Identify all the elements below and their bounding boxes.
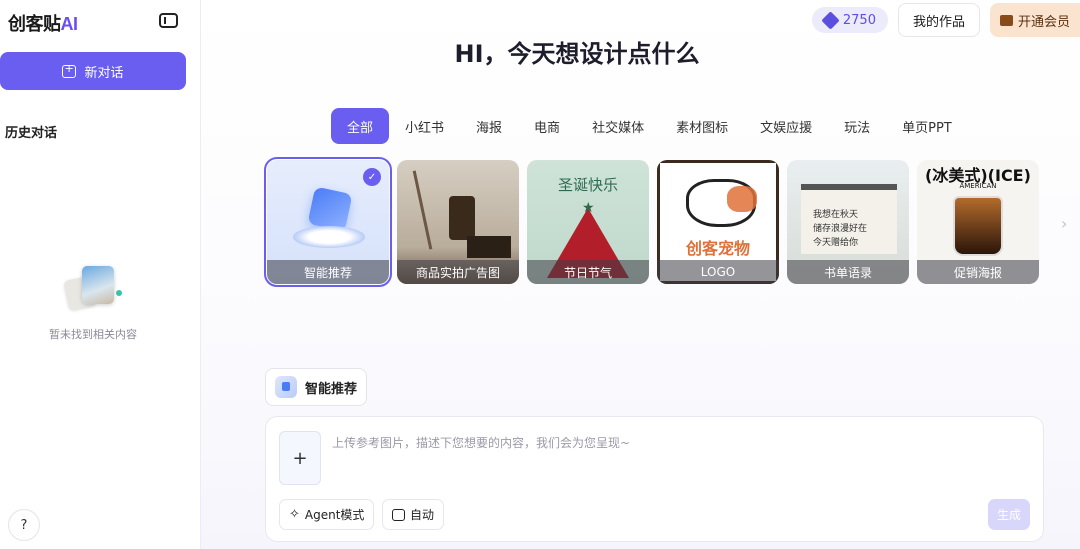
tab-single-ppt[interactable]: 单页PPT [886,108,968,144]
tab-ecommerce[interactable]: 电商 [518,108,576,144]
brand-logo[interactable]: 创客贴AI [8,10,78,36]
aspect-ratio-icon [392,508,405,521]
new-chat-icon [62,62,77,78]
card-art-sub: AMERICAN [959,182,997,190]
card-art-text: 圣诞快乐 [557,176,618,194]
mode-chip-label: 智能推荐 [305,381,358,397]
tab-all[interactable]: 全部 [331,108,390,144]
check-icon: ✓ [363,168,381,186]
card-label: LOGO [657,260,779,284]
tab-social-media[interactable]: 社交媒体 [576,108,660,144]
card-booklist[interactable]: 我想在秋天 储存浪漫好在 今天赠给你 书单语录 [787,160,909,284]
prompt-input[interactable] [332,431,1022,455]
card-art-line: 我想在秋天 [813,210,859,220]
mode-chip[interactable]: 智能推荐 [265,368,368,406]
tab-entertainment[interactable]: 文娱应援 [744,108,828,144]
agent-mode-label: Agent模式 [304,508,365,522]
top-actions: 2750 我的作品 开通会员 [811,3,1080,37]
category-tabs: 全部 小红书 海报 电商 社交媒体 素材图标 文娱应援 玩法 单页PPT [331,108,968,144]
card-art-line: 今天赠给你 [813,238,859,248]
brand-text: 创客贴 [8,14,61,35]
empty-state-text: 暂未找到相关内容 [49,328,137,341]
card-label: 智能推荐 [267,260,389,284]
sidebar: 创客贴AI 新对话 历史对话 暂未找到相关内容 ? [0,0,201,549]
my-works-button[interactable]: 我的作品 [897,3,980,37]
generate-button[interactable]: 生成 [988,499,1030,530]
brand-ai: AI [60,14,79,34]
help-button[interactable]: ? [8,509,40,541]
prompt-composer: + ✧ Agent模式 自动 生成 [265,416,1044,542]
page-headline: HI，今天想设计点什么 [454,40,700,68]
card-logo[interactable]: 创客宠物 LOGO [657,160,779,284]
sparkle-icon: ✧ [289,507,300,522]
vip-label: 开通会员 [1017,14,1070,30]
template-cards: ✓ 智能推荐 商品实拍广告图 圣诞快乐 ★ 节日节气 创客宠物 LOGO 我想在… [264,157,1039,287]
credits-icon [821,10,840,30]
card-art-text: 创客宠物 [685,239,750,258]
card-smart-recommend[interactable]: ✓ 智能推荐 [264,157,392,287]
tab-material-icons[interactable]: 素材图标 [660,108,744,144]
tab-poster[interactable]: 海报 [460,108,518,144]
card-promo-poster[interactable]: (冰美式)(ICE) AMERICAN 促销海报 [917,160,1039,284]
card-label: 商品实拍广告图 [397,260,519,284]
credits-badge[interactable]: 2750 [811,7,888,33]
auto-size-button[interactable]: 自动 [382,499,445,530]
vip-button[interactable]: 开通会员 [989,3,1080,37]
card-label: 促销海报 [917,260,1039,284]
new-chat-button[interactable]: 新对话 [0,52,186,90]
sidebar-collapse-icon[interactable] [159,13,178,28]
tab-xiaohongshu[interactable]: 小红书 [389,108,460,144]
agent-mode-button[interactable]: ✧ Agent模式 [279,499,375,530]
chevron-right-icon[interactable]: › [1061,214,1067,233]
card-label: 书单语录 [787,260,909,284]
card-product-photo[interactable]: 商品实拍广告图 [397,160,519,284]
credits-value: 2750 [842,12,876,28]
tab-play[interactable]: 玩法 [828,108,886,144]
auto-size-label: 自动 [410,508,435,522]
history-title: 历史对话 [5,126,58,141]
card-art-line: 储存浪漫好在 [813,224,868,234]
card-festival[interactable]: 圣诞快乐 ★ 节日节气 [527,160,649,284]
new-chat-label: 新对话 [84,65,124,81]
vip-crown-icon [999,14,1013,26]
empty-state-illustration [63,266,122,311]
card-label: 节日节气 [527,260,649,284]
main-area: 2750 我的作品 开通会员 HI，今天想设计点什么 全部 小红书 海报 电商 … [201,0,1080,549]
smart-recommend-icon [275,376,297,398]
upload-image-button[interactable]: + [279,431,321,485]
